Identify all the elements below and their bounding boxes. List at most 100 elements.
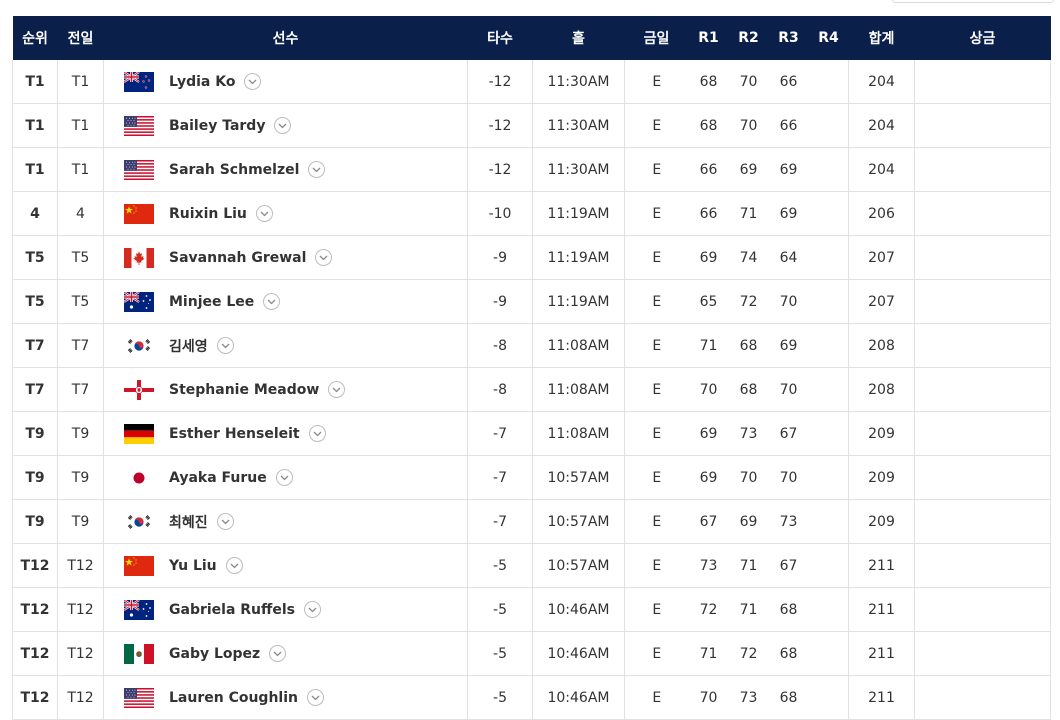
chevron-down-icon[interactable]	[308, 425, 326, 442]
chevron-down-icon[interactable]	[216, 513, 234, 530]
player-cell: Minjee Lee	[103, 279, 468, 324]
header-r3[interactable]: R3	[768, 16, 809, 60]
r1-cell: 69	[688, 411, 729, 456]
score-cell: -10	[467, 191, 533, 236]
player-name[interactable]: Gaby Lopez	[169, 646, 260, 662]
total-cell: 204	[848, 60, 915, 104]
player-name[interactable]: Minjee Lee	[169, 294, 254, 310]
player-name[interactable]: 김세영	[169, 336, 208, 356]
player-name[interactable]: Stephanie Meadow	[169, 382, 319, 398]
header-today[interactable]: 금일	[624, 16, 689, 60]
us-flag-icon	[124, 115, 154, 136]
player-name[interactable]: Bailey Tardy	[169, 118, 265, 134]
today-cell: E	[624, 411, 689, 456]
chevron-down-icon[interactable]	[315, 249, 333, 266]
r2-cell: 72	[728, 279, 769, 324]
player-name[interactable]: Lauren Coughlin	[169, 690, 298, 706]
score-cell: -8	[467, 323, 533, 368]
previous-position-cell: T5	[57, 279, 104, 324]
table-row: T9 T9 Ayaka Furue -7 10:57AM E 69 70 70 209	[12, 455, 1051, 500]
player-name[interactable]: 최혜진	[169, 512, 208, 532]
position-cell: T7	[12, 323, 58, 368]
player-name[interactable]: Ayaka Furue	[169, 470, 267, 486]
total-cell: 209	[848, 499, 915, 544]
player-name[interactable]: Lydia Ko	[169, 74, 235, 90]
today-cell: E	[624, 279, 689, 324]
score-cell: -5	[467, 587, 533, 632]
r1-cell: 67	[688, 499, 729, 544]
r2-cell: 70	[728, 60, 769, 104]
header-hole[interactable]: 홀	[532, 16, 625, 60]
r3-cell: 69	[768, 323, 809, 368]
r4-cell	[808, 499, 849, 544]
today-cell: E	[624, 587, 689, 632]
header-r4[interactable]: R4	[808, 16, 849, 60]
r1-cell: 68	[688, 103, 729, 148]
position-cell: T9	[12, 499, 58, 544]
header-r2[interactable]: R2	[728, 16, 769, 60]
position-cell: T7	[12, 367, 58, 412]
player-cell: Gaby Lopez	[103, 631, 468, 676]
previous-position-cell: T7	[57, 367, 104, 412]
player-cell: Stephanie Meadow	[103, 367, 468, 412]
chevron-down-icon[interactable]	[263, 293, 281, 310]
table-row: 4 4 Ruixin Liu -10 11:19AM E 66 71 69 206	[12, 191, 1051, 236]
chevron-down-icon[interactable]	[216, 337, 234, 354]
previous-position-cell: T9	[57, 455, 104, 500]
score-cell: -9	[467, 235, 533, 280]
score-cell: -7	[467, 455, 533, 500]
position-cell: T5	[12, 235, 58, 280]
chevron-down-icon[interactable]	[274, 117, 292, 134]
r4-cell	[808, 631, 849, 676]
r1-cell: 66	[688, 147, 729, 192]
header-prev-rank[interactable]: 전일	[57, 16, 104, 60]
player-name[interactable]: Yu Liu	[169, 558, 217, 574]
header-player[interactable]: 선수	[103, 16, 468, 60]
today-cell: E	[624, 147, 689, 192]
r2-cell: 73	[728, 411, 769, 456]
chevron-down-icon[interactable]	[308, 161, 326, 178]
today-cell: E	[624, 191, 689, 236]
total-cell: 206	[848, 191, 915, 236]
player-cell: Ruixin Liu	[103, 191, 468, 236]
chevron-down-icon[interactable]	[328, 381, 346, 398]
player-name[interactable]: Ruixin Liu	[169, 206, 247, 222]
hole-cell: 11:19AM	[532, 191, 625, 236]
chevron-down-icon[interactable]	[269, 645, 287, 662]
r3-cell: 70	[768, 279, 809, 324]
total-cell: 208	[848, 323, 915, 368]
r4-cell	[808, 279, 849, 324]
chevron-down-icon[interactable]	[255, 205, 273, 222]
player-name[interactable]: Esther Henseleit	[169, 426, 300, 442]
chevron-down-icon[interactable]	[307, 689, 324, 706]
r3-cell: 69	[768, 191, 809, 236]
header-rank[interactable]: 순위	[12, 16, 58, 60]
r3-cell: 68	[768, 587, 809, 632]
nz-flag-icon	[123, 70, 154, 92]
header-r1[interactable]: R1	[688, 16, 729, 60]
us-flag-icon	[124, 159, 154, 180]
hole-cell: 11:30AM	[532, 103, 625, 148]
chevron-down-icon[interactable]	[225, 557, 243, 574]
hole-cell: 11:19AM	[532, 279, 625, 324]
player-name[interactable]: Gabriela Ruffels	[169, 602, 295, 618]
player-name[interactable]: Sarah Schmelzel	[169, 162, 299, 178]
score-cell: -5	[467, 631, 533, 676]
header-score[interactable]: 타수	[467, 16, 533, 60]
header-total[interactable]: 합계	[848, 16, 915, 60]
hole-cell: 11:08AM	[532, 323, 625, 368]
today-cell: E	[624, 499, 689, 544]
header-prize[interactable]: 상금	[914, 16, 1051, 60]
chevron-down-icon[interactable]	[304, 601, 321, 618]
r3-cell: 64	[768, 235, 809, 280]
score-cell: -12	[467, 147, 533, 192]
r4-cell	[808, 323, 849, 368]
previous-position-cell: 4	[57, 191, 104, 236]
score-cell: -8	[467, 367, 533, 412]
chevron-down-icon[interactable]	[244, 73, 262, 90]
player-name[interactable]: Savannah Grewal	[169, 250, 306, 266]
position-cell: T9	[12, 455, 58, 500]
previous-position-cell: T9	[57, 499, 104, 544]
chevron-down-icon[interactable]	[275, 469, 293, 486]
position-cell: T1	[12, 60, 58, 104]
